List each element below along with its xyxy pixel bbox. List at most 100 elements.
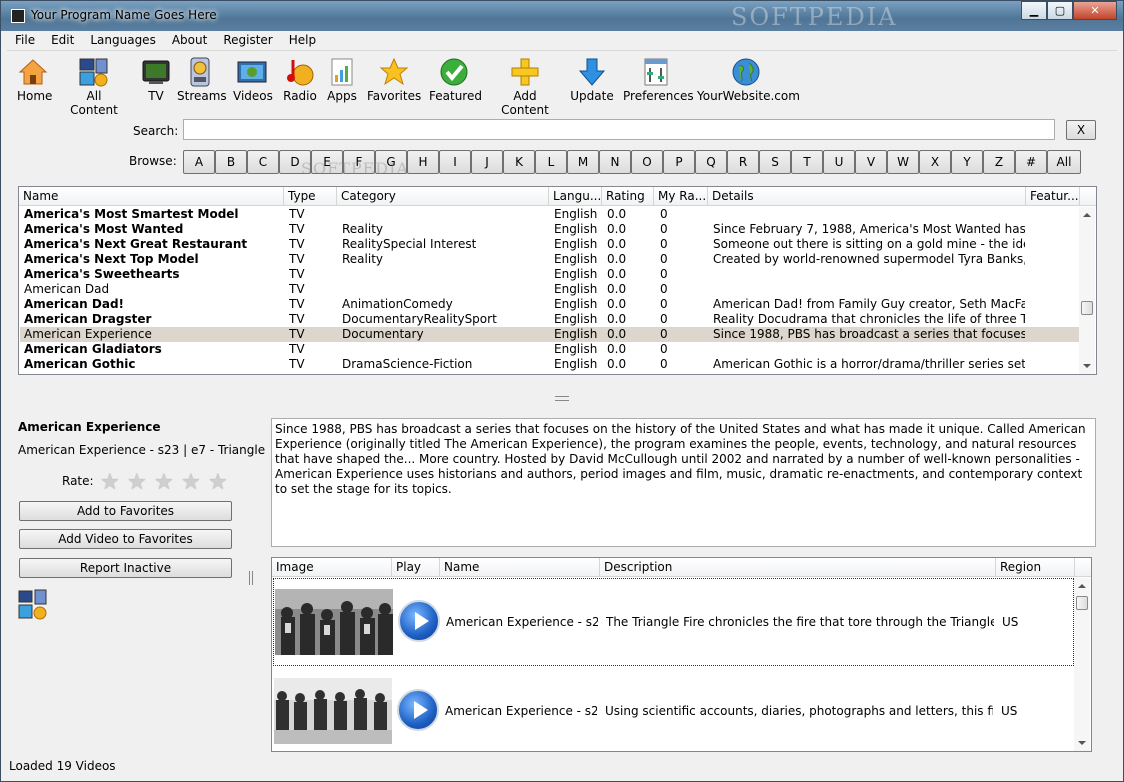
search-clear-button[interactable]: X: [1066, 120, 1096, 140]
browse-letter-button[interactable]: L: [535, 150, 567, 174]
browse-letter-button[interactable]: W: [887, 150, 919, 174]
table-row[interactable]: America's Sweethearts TV English 0.0 0: [20, 267, 1080, 282]
star-icon[interactable]: ★: [154, 472, 181, 494]
column-header-category[interactable]: Category: [341, 189, 396, 203]
scroll-thumb[interactable]: [1076, 596, 1088, 610]
menu-about[interactable]: About: [164, 31, 215, 50]
table-row[interactable]: American Dad TV English 0.0 0: [20, 282, 1080, 297]
vertical-splitter[interactable]: [249, 571, 253, 585]
add-to-favorites-button[interactable]: Add to Favorites: [19, 501, 232, 521]
menu-file[interactable]: File: [7, 31, 43, 50]
browse-letter-button[interactable]: O: [631, 150, 663, 174]
toolbar-home-button[interactable]: Home: [17, 57, 52, 103]
cell-type: TV: [289, 207, 305, 221]
report-inactive-button[interactable]: Report Inactive: [19, 558, 232, 578]
search-input[interactable]: [183, 119, 1055, 140]
star-icon[interactable]: ★: [181, 472, 208, 494]
grid-scrollbar[interactable]: [1079, 207, 1095, 374]
browse-letter-button[interactable]: #: [1015, 150, 1047, 174]
toolbar-preferences-button[interactable]: Preferences: [623, 57, 694, 103]
column-header-details[interactable]: Details: [712, 189, 754, 203]
column-header-name[interactable]: Name: [23, 189, 58, 203]
scroll-up-icon[interactable]: [1078, 584, 1086, 588]
star-icon[interactable]: ★: [127, 472, 154, 494]
table-row-selected[interactable]: American Experience TV Documentary Engli…: [20, 327, 1080, 342]
browse-letter-button[interactable]: H: [407, 150, 439, 174]
videos-scrollbar[interactable]: [1074, 578, 1090, 751]
toolbar-favorites-button[interactable]: Favorites: [367, 57, 421, 103]
browse-letter-button[interactable]: Z: [983, 150, 1015, 174]
toolbar-all-content-button[interactable]: All Content: [63, 57, 125, 117]
browse-all-button[interactable]: All: [1047, 150, 1081, 174]
browse-letter-button[interactable]: T: [791, 150, 823, 174]
scroll-down-icon[interactable]: [1083, 364, 1091, 368]
table-row[interactable]: American Gladiators TV English 0.0 0: [20, 342, 1080, 357]
table-row[interactable]: American Dad! TV AnimationComedy English…: [20, 297, 1080, 312]
toolbar-radio-button[interactable]: Radio: [283, 57, 317, 103]
horizontal-splitter[interactable]: [555, 396, 569, 401]
add-video-to-favorites-button[interactable]: Add Video to Favorites: [19, 529, 232, 549]
browse-letter-button[interactable]: K: [503, 150, 535, 174]
browse-letter-button[interactable]: M: [567, 150, 599, 174]
browse-letter-button[interactable]: S: [759, 150, 791, 174]
maximize-button[interactable]: ▢: [1047, 1, 1073, 20]
scroll-up-icon[interactable]: [1083, 213, 1091, 217]
star-icon[interactable]: ★: [100, 472, 127, 494]
column-header-description[interactable]: Description: [604, 560, 672, 574]
browse-letter-button[interactable]: Y: [951, 150, 983, 174]
browse-letter-button[interactable]: U: [823, 150, 855, 174]
toolbar-streams-button[interactable]: Streams: [177, 57, 227, 103]
browse-letter-button[interactable]: X: [919, 150, 951, 174]
minimize-button[interactable]: ▁: [1021, 1, 1047, 20]
play-button[interactable]: [398, 600, 440, 642]
scroll-down-icon[interactable]: [1078, 741, 1086, 745]
browse-letter-button[interactable]: A: [183, 150, 215, 174]
table-row[interactable]: America's Next Great Restaurant TV Reali…: [20, 237, 1080, 252]
browse-letter-button[interactable]: Q: [695, 150, 727, 174]
star-icon[interactable]: ★: [208, 472, 235, 494]
browse-letter-button[interactable]: J: [471, 150, 503, 174]
column-header-play[interactable]: Play: [396, 560, 421, 574]
browse-letter-button[interactable]: B: [215, 150, 247, 174]
title-bar[interactable]: Your Program Name Goes Here SOFTPEDIA ▁ …: [1, 1, 1123, 31]
toolbar-update-button[interactable]: Update: [569, 57, 615, 103]
toolbar-tv-button[interactable]: TV: [141, 57, 171, 103]
toolbar-label: Favorites: [367, 89, 422, 103]
cell-language: English: [554, 327, 598, 341]
column-header-my-rating[interactable]: My Ra...: [658, 189, 706, 203]
menu-edit[interactable]: Edit: [43, 31, 82, 50]
toolbar-website-button[interactable]: YourWebsite.com: [697, 57, 800, 103]
table-row[interactable]: American Gothic TV DramaScience-Fiction …: [20, 357, 1080, 372]
table-row[interactable]: America's Most Smartest Model TV English…: [20, 207, 1080, 222]
video-row[interactable]: American Experience - s23 |... The Trian…: [273, 578, 1074, 666]
column-header-image[interactable]: Image: [276, 560, 314, 574]
browse-letter-button[interactable]: C: [247, 150, 279, 174]
description-textbox[interactable]: Since 1988, PBS has broadcast a series t…: [271, 418, 1096, 547]
browse-letter-button[interactable]: I: [439, 150, 471, 174]
column-header-region[interactable]: Region: [1000, 560, 1041, 574]
menu-help[interactable]: Help: [281, 31, 324, 50]
play-button[interactable]: [397, 689, 439, 731]
table-row[interactable]: American Dragster TV DocumentaryRealityS…: [20, 312, 1080, 327]
close-button[interactable]: ✕: [1073, 1, 1117, 20]
table-row[interactable]: America's Next Top Model TV Reality Engl…: [20, 252, 1080, 267]
browse-letter-button[interactable]: V: [855, 150, 887, 174]
column-header-rating[interactable]: Rating: [606, 189, 645, 203]
scroll-thumb[interactable]: [1081, 301, 1093, 315]
toolbar-apps-button[interactable]: Apps: [327, 57, 357, 103]
browse-letter-button[interactable]: R: [727, 150, 759, 174]
table-row[interactable]: America's Most Wanted TV Reality English…: [20, 222, 1080, 237]
browse-label: Browse:: [129, 154, 177, 168]
browse-letter-button[interactable]: N: [599, 150, 631, 174]
menu-languages[interactable]: Languages: [82, 31, 163, 50]
column-header-name[interactable]: Name: [444, 560, 479, 574]
video-row[interactable]: American Experience - s23 |... Using sci…: [273, 668, 1074, 756]
column-header-type[interactable]: Type: [288, 189, 316, 203]
column-header-featured[interactable]: Featur...: [1030, 189, 1079, 203]
toolbar-add-content-button[interactable]: Add Content: [489, 57, 561, 117]
menu-register[interactable]: Register: [215, 31, 280, 50]
column-header-language[interactable]: Langu...: [553, 189, 601, 203]
toolbar-featured-button[interactable]: Featured: [429, 57, 482, 103]
browse-letter-button[interactable]: P: [663, 150, 695, 174]
toolbar-videos-button[interactable]: Videos: [233, 57, 273, 103]
